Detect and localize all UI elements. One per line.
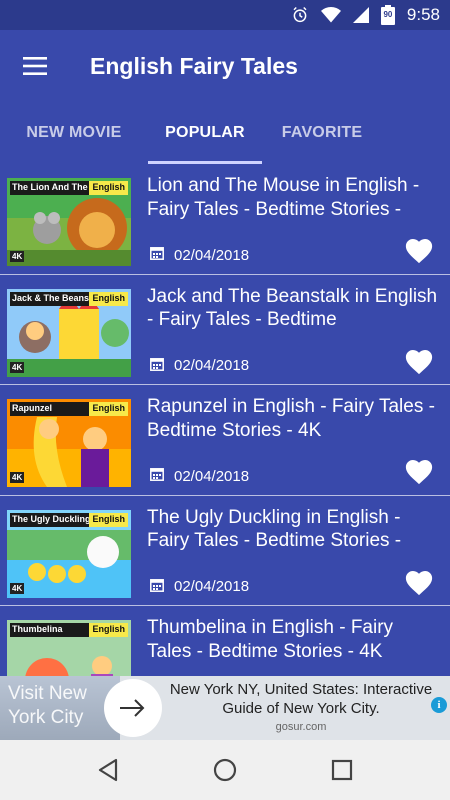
heart-icon[interactable]	[404, 568, 434, 596]
battery-level: 90	[383, 10, 393, 19]
date-row: 02/04/2018	[150, 578, 249, 596]
tab-favorite[interactable]: FAVORITE	[262, 102, 382, 164]
video-date: 02/04/2018	[174, 357, 250, 374]
thumbnail-title: Jack & The Beanstalk	[10, 291, 90, 306]
4k-badge: 4K	[10, 251, 25, 262]
app-bar: English Fairy Tales	[0, 30, 450, 102]
list-item[interactable]: Thumbelina English Thumbelina in English…	[0, 606, 450, 676]
ad-info-icon[interactable]: i	[431, 697, 447, 713]
video-date: 02/04/2018	[174, 578, 250, 595]
thumbnail-language: English	[89, 291, 128, 306]
video-thumbnail[interactable]: The Ugly Duckling English 4K	[7, 509, 131, 598]
signal-icon	[352, 7, 369, 23]
thumbnail-language: English	[89, 623, 128, 637]
thumbnail-language: English	[89, 181, 128, 195]
thumbnail-title: The Ugly Duckling	[10, 512, 90, 527]
video-title[interactable]: Lion and The Mouse in English - Fairy Ta…	[147, 174, 440, 222]
date-row: 02/04/2018	[150, 357, 249, 375]
calendar-icon	[150, 578, 164, 596]
calendar-icon	[150, 467, 164, 485]
app-title: English Fairy Tales	[90, 52, 298, 79]
status-time: 9:58	[406, 5, 440, 24]
heart-icon[interactable]	[404, 347, 434, 375]
heart-icon[interactable]	[404, 236, 434, 264]
alarm-icon	[291, 6, 309, 24]
video-thumbnail[interactable]: Jack & The Beanstalk English 4K	[7, 288, 131, 377]
video-list: The Lion And The Mouse English 4K Lion a…	[0, 164, 450, 676]
list-item[interactable]: The Lion And The Mouse English 4K Lion a…	[0, 164, 450, 275]
thumbnail-caption: The Lion And The Mouse English	[10, 181, 128, 195]
battery-icon: 90	[380, 5, 395, 25]
date-row: 02/04/2018	[150, 246, 249, 264]
list-item[interactable]: Rapunzel English 4K Rapunzel in English …	[0, 385, 450, 496]
tab-popular[interactable]: POPULAR	[148, 102, 262, 164]
ad-image: Visit New York City	[0, 676, 120, 740]
tab-bar: NEW MOVIE POPULAR FAVORITE	[0, 102, 450, 164]
ad-image-text: Visit New York City	[8, 683, 87, 728]
arrow-right-icon[interactable]	[104, 679, 162, 737]
thumbnail-title: Thumbelina	[10, 623, 90, 637]
ad-banner[interactable]: Visit New York City New York NY, United …	[0, 676, 450, 740]
thumbnail-title: Rapunzel	[10, 402, 90, 416]
home-icon[interactable]	[205, 750, 245, 790]
ad-headline[interactable]: New York NY, United States: Interactive …	[166, 680, 436, 718]
video-thumbnail[interactable]: Rapunzel English 4K	[7, 399, 131, 487]
video-date: 02/04/2018	[174, 467, 250, 485]
calendar-icon	[150, 357, 164, 375]
video-thumbnail[interactable]: Thumbelina English	[7, 620, 131, 676]
video-date: 02/04/2018	[174, 246, 250, 264]
video-title[interactable]: Rapunzel in English - Fairy Tales - Bedt…	[147, 395, 440, 443]
tab-new-movie[interactable]: NEW MOVIE	[0, 102, 148, 164]
wifi-icon	[320, 7, 341, 23]
system-nav-bar	[0, 740, 450, 800]
ad-domain: gosur.com	[275, 721, 327, 733]
4k-badge: 4K	[10, 582, 25, 594]
4k-badge: 4K	[10, 472, 25, 483]
thumbnail-caption: Jack & The Beanstalk English	[10, 291, 128, 306]
calendar-icon	[150, 246, 164, 264]
thumbnail-title: The Lion And The Mouse	[10, 181, 90, 195]
4k-badge: 4K	[10, 361, 25, 373]
thumbnail-language: English	[89, 402, 128, 416]
video-title[interactable]: Jack and The Beanstalk in English - Fair…	[147, 285, 440, 333]
video-title[interactable]: Thumbelina in English - Fairy Tales - Be…	[147, 616, 440, 664]
thumbnail-language: English	[89, 512, 128, 527]
status-bar: 90 9:58	[0, 0, 450, 30]
list-item[interactable]: Jack & The Beanstalk English 4K Jack and…	[0, 275, 450, 385]
video-thumbnail[interactable]: The Lion And The Mouse English 4K	[7, 178, 131, 266]
list-item[interactable]: The Ugly Duckling English 4K The Ugly Du…	[0, 496, 450, 606]
thumbnail-caption: The Ugly Duckling English	[10, 512, 128, 527]
thumbnail-caption: Thumbelina English	[10, 623, 128, 637]
back-icon[interactable]	[88, 750, 128, 790]
hamburger-menu-icon[interactable]	[0, 30, 70, 102]
thumbnail-caption: Rapunzel English	[10, 402, 128, 416]
video-title[interactable]: The Ugly Duckling in English - Fairy Tal…	[147, 506, 440, 554]
recents-icon[interactable]	[322, 750, 362, 790]
heart-icon[interactable]	[404, 457, 434, 485]
date-row: 02/04/2018	[150, 467, 249, 485]
